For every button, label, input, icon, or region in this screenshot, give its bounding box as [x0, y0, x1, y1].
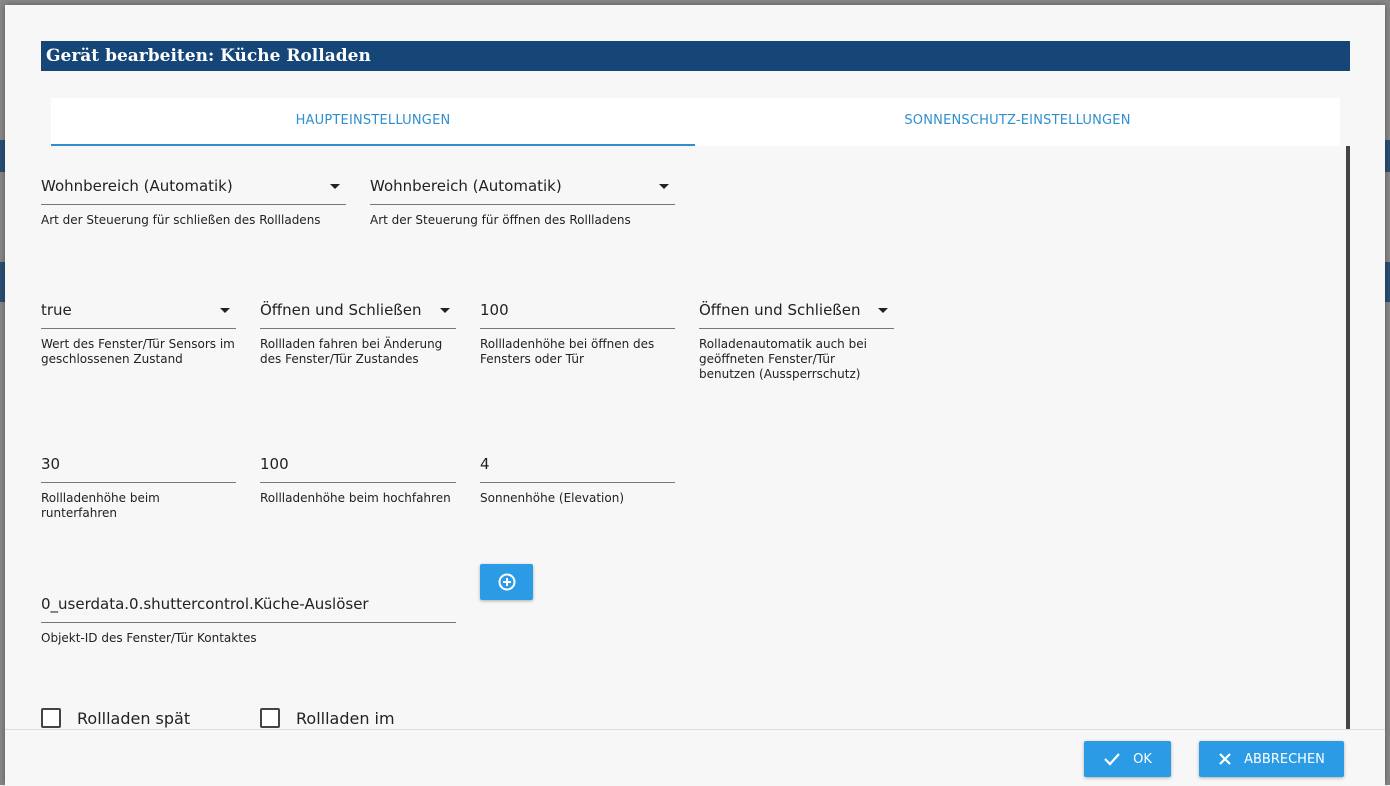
close-control-helper: Art der Steuerung für schließen des Roll…	[41, 213, 321, 227]
chevron-down-icon	[440, 308, 450, 313]
close-icon	[1219, 753, 1231, 765]
tab-sun-protection-settings[interactable]: SONNENSCHUTZ-EINSTELLUNGEN	[695, 98, 1340, 146]
open-control-field: Wohnbereich (Automatik) Art der Steuerun…	[370, 168, 675, 228]
sun-elevation-field: 4 Sonnenhöhe (Elevation)	[480, 446, 675, 506]
sun-elevation-value: 4	[480, 455, 490, 473]
ok-button-label: OK	[1133, 751, 1152, 767]
move-on-change-value: Öffnen und Schließen	[260, 301, 422, 319]
lockout-protection-select[interactable]: Öffnen und Schließen	[699, 292, 894, 329]
contact-object-id-helper: Objekt-ID des Fenster/Tür Kontaktes	[41, 631, 257, 645]
sensor-closed-value-field: true Wert des Fenster/Tür Sensors im ges…	[41, 292, 236, 367]
check-icon	[1104, 753, 1120, 766]
late-checkbox-label: Rollladen spät	[77, 708, 191, 728]
late-checkbox[interactable]	[41, 708, 61, 728]
sensor-closed-value-helper: Wert des Fenster/Tür Sensors im geschlos…	[41, 337, 235, 366]
chevron-down-icon	[220, 308, 230, 313]
move-on-change-helper: Rollladen fahren bei Änderung des Fenste…	[260, 337, 443, 366]
sun-elevation-input[interactable]: 4	[480, 446, 675, 483]
edit-device-dialog: Gerät bearbeiten: Küche Rolladen HAUPTEI…	[5, 5, 1385, 786]
cancel-button[interactable]: ABBRECHEN	[1199, 741, 1344, 777]
open-control-helper: Art der Steuerung für öffnen des Rolllad…	[370, 213, 631, 227]
height-down-value: 30	[41, 455, 61, 473]
height-on-open-input[interactable]: 100	[480, 292, 675, 329]
chevron-down-icon	[878, 308, 888, 313]
close-control-select[interactable]: Wohnbereich (Automatik)	[41, 168, 346, 205]
lockout-protection-field: Öffnen und Schließen Rolladenautomatik a…	[699, 292, 894, 382]
height-down-helper: Rollladenhöhe beim runterfahren	[41, 491, 160, 520]
dialog-title: Gerät bearbeiten: Küche Rolladen	[41, 41, 1350, 71]
contact-object-id-field: 0_userdata.0.shuttercontrol.Küche-Auslös…	[41, 586, 456, 646]
sun-elevation-helper: Sonnenhöhe (Elevation)	[480, 491, 625, 505]
cancel-button-label: ABBRECHEN	[1244, 751, 1325, 767]
tab-bar: HAUPTEINSTELLUNGEN SONNENSCHUTZ-EINSTELL…	[51, 98, 1340, 146]
open-control-value: Wohnbereich (Automatik)	[370, 177, 562, 195]
contact-object-id-input[interactable]: 0_userdata.0.shuttercontrol.Küche-Auslös…	[41, 586, 456, 623]
lockout-protection-helper: Rolladenautomatik auch bei geöffneten Fe…	[699, 337, 867, 381]
add-object-button[interactable]	[480, 564, 533, 600]
height-on-open-field: 100 Rollladenhöhe bei öffnen des Fenster…	[480, 292, 675, 367]
sensor-closed-value: true	[41, 301, 72, 319]
close-control-field: Wohnbereich (Automatik) Art der Steuerun…	[41, 168, 346, 228]
height-up-field: 100 Rollladenhöhe beim hochfahren	[260, 446, 456, 506]
contact-object-id-value: 0_userdata.0.shuttercontrol.Küche-Auslös…	[41, 595, 369, 613]
open-control-select[interactable]: Wohnbereich (Automatik)	[370, 168, 675, 205]
close-control-value: Wohnbereich (Automatik)	[41, 177, 233, 195]
chevron-down-icon	[330, 184, 340, 189]
in-checkbox-label: Rollladen im	[296, 708, 395, 728]
height-on-open-helper: Rollladenhöhe bei öffnen des Fensters od…	[480, 337, 655, 366]
late-checkbox-row[interactable]: Rollladen spät	[41, 708, 190, 728]
ok-button[interactable]: OK	[1084, 741, 1171, 777]
content-scrollbar[interactable]	[1346, 146, 1350, 729]
height-on-open-value: 100	[480, 301, 509, 319]
in-checkbox-row[interactable]: Rollladen im	[260, 708, 395, 728]
dialog-footer: OK ABBRECHEN	[5, 729, 1385, 786]
height-up-input[interactable]: 100	[260, 446, 456, 483]
lockout-protection-value: Öffnen und Schließen	[699, 301, 861, 319]
height-down-input[interactable]: 30	[41, 446, 236, 483]
height-up-helper: Rollladenhöhe beim hochfahren	[260, 491, 451, 505]
move-on-change-select[interactable]: Öffnen und Schließen	[260, 292, 456, 329]
chevron-down-icon	[659, 184, 669, 189]
add-circle-icon	[498, 573, 515, 591]
height-down-field: 30 Rollladenhöhe beim runterfahren	[41, 446, 236, 521]
dialog-content: Wohnbereich (Automatik) Art der Steuerun…	[5, 146, 1350, 729]
height-up-value: 100	[260, 455, 289, 473]
sensor-closed-value-select[interactable]: true	[41, 292, 236, 329]
in-checkbox[interactable]	[260, 708, 280, 728]
move-on-change-field: Öffnen und Schließen Rollladen fahren be…	[260, 292, 456, 367]
tab-main-settings[interactable]: HAUPTEINSTELLUNGEN	[51, 98, 695, 146]
